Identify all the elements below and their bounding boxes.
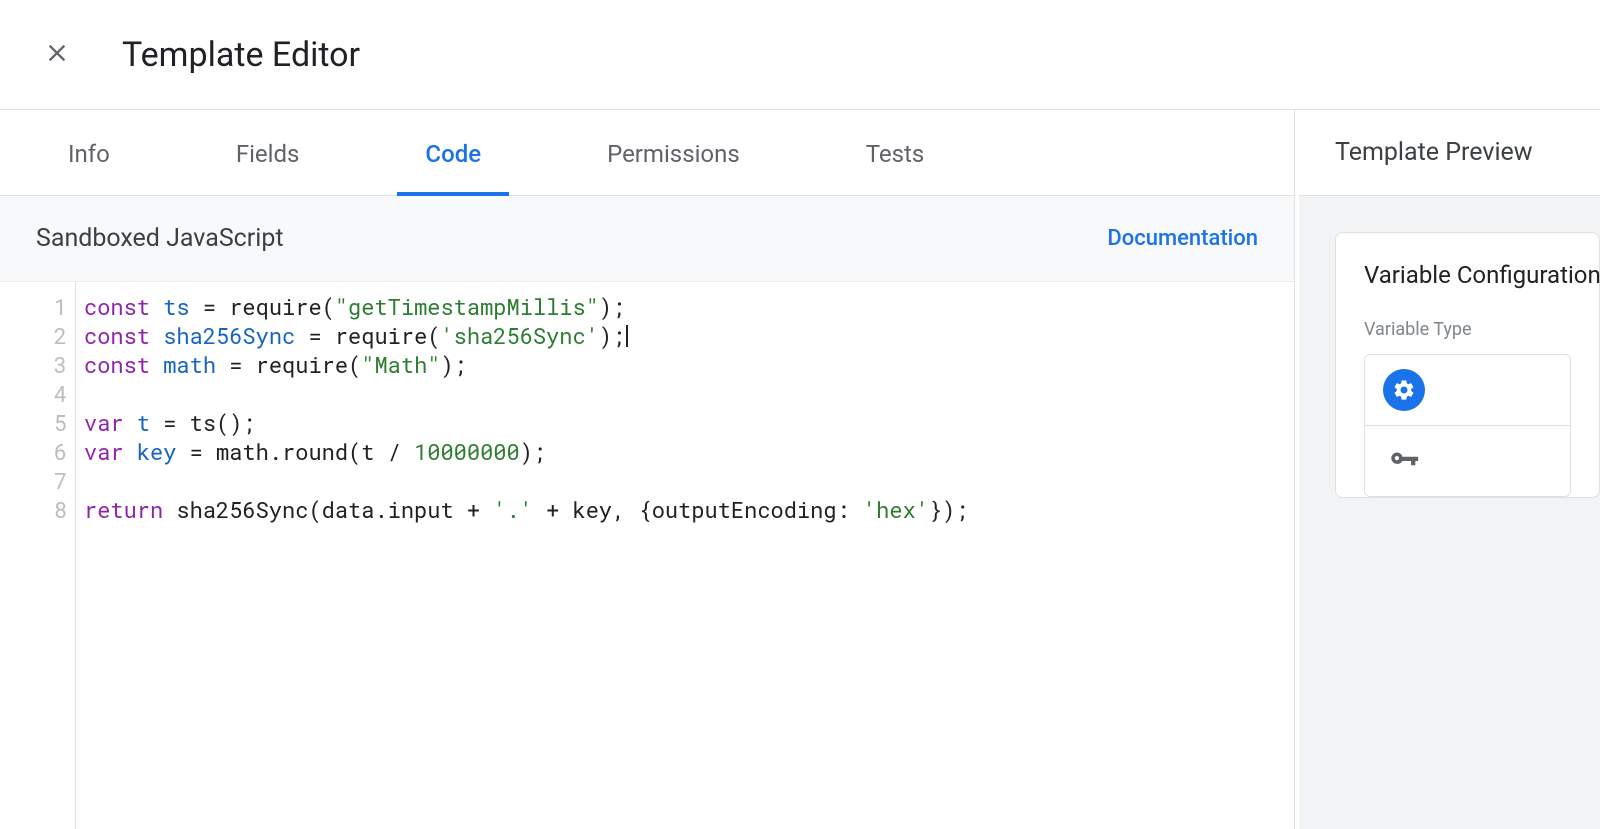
line-number: 2 <box>0 321 67 350</box>
code-token: + key, {outputEncoding: <box>533 495 863 524</box>
tab-tests[interactable]: Tests <box>838 140 953 196</box>
code-token <box>150 292 163 321</box>
code-line[interactable]: return sha256Sync(data.input + '.' + key… <box>84 495 1294 524</box>
code-token <box>150 321 163 350</box>
code-token <box>150 350 163 379</box>
line-number: 5 <box>0 408 67 437</box>
text-cursor <box>626 325 628 347</box>
close-button[interactable] <box>40 38 74 72</box>
code-line[interactable]: const ts = require("getTimestampMillis")… <box>84 292 1294 321</box>
code-token: ts <box>163 292 189 321</box>
code-token: 'hex' <box>863 495 929 524</box>
line-number: 8 <box>0 495 67 524</box>
code-token: ); <box>440 350 466 379</box>
code-token: t <box>137 408 150 437</box>
code-token: '.' <box>493 495 533 524</box>
code-line[interactable]: var t = ts(); <box>84 408 1294 437</box>
section-bar: Sandboxed JavaScript Documentation <box>0 196 1294 282</box>
content-row: Info Fields Code Permissions Tests Sandboxed… <box>0 110 1600 829</box>
tab-code[interactable]: Code <box>397 140 509 196</box>
line-number-gutter: 12345678 <box>0 282 76 829</box>
close-icon <box>43 39 71 71</box>
code-area[interactable]: const ts = require("getTimestampMillis")… <box>76 282 1294 829</box>
code-token: "Math" <box>361 350 440 379</box>
code-token: = require( <box>295 321 440 350</box>
section-title: Sandboxed JavaScript <box>36 224 284 253</box>
code-token: 10000000 <box>414 437 520 466</box>
code-token: return <box>84 495 163 524</box>
page-title: Template Editor <box>122 35 360 75</box>
documentation-link[interactable]: Documentation <box>1107 226 1258 251</box>
line-number: 1 <box>0 292 67 321</box>
code-token: const <box>84 350 150 379</box>
variable-type-option[interactable] <box>1364 425 1571 497</box>
side-column: Template Preview Variable Configuration … <box>1295 110 1600 829</box>
tab-bar: Info Fields Code Permissions Tests <box>0 110 1294 196</box>
code-token <box>124 408 137 437</box>
code-token: sha256Sync <box>163 321 295 350</box>
line-number: 7 <box>0 466 67 495</box>
code-line[interactable] <box>84 379 1294 408</box>
main-column: Info Fields Code Permissions Tests Sandboxed… <box>0 110 1295 829</box>
side-header: Template Preview <box>1299 110 1600 196</box>
code-line[interactable]: const math = require("Math"); <box>84 350 1294 379</box>
code-token: = math.round(t / <box>176 437 414 466</box>
code-token: var <box>84 408 124 437</box>
variable-type-option[interactable] <box>1364 354 1571 425</box>
line-number: 6 <box>0 437 67 466</box>
code-line[interactable]: const sha256Sync = require('sha256Sync')… <box>84 321 1294 350</box>
tab-info[interactable]: Info <box>40 140 138 196</box>
line-number: 3 <box>0 350 67 379</box>
app-root: Template Editor Info Fields Code Permission… <box>0 0 1600 829</box>
code-token: ); <box>599 321 625 350</box>
code-line[interactable]: var key = math.round(t / 10000000); <box>84 437 1294 466</box>
card-title: Variable Configuration <box>1364 261 1571 289</box>
code-token: "getTimestampMillis" <box>335 292 599 321</box>
side-body: Variable Configuration Variable Type <box>1299 196 1600 829</box>
code-token: }); <box>929 495 969 524</box>
code-token: const <box>84 321 150 350</box>
code-token: var <box>84 437 124 466</box>
code-token <box>124 437 137 466</box>
code-token: 'sha256Sync' <box>440 321 598 350</box>
preview-card: Variable Configuration Variable Type <box>1335 232 1600 498</box>
code-token: key <box>137 437 177 466</box>
header-bar: Template Editor <box>0 0 1600 110</box>
code-token: const <box>84 292 150 321</box>
code-token: ); <box>520 437 546 466</box>
code-line[interactable] <box>84 466 1294 495</box>
code-editor[interactable]: 12345678 const ts = require("getTimestam… <box>0 282 1294 829</box>
code-token: math <box>163 350 216 379</box>
field-label: Variable Type <box>1364 319 1571 340</box>
code-token: = ts(); <box>150 408 256 437</box>
code-token: ); <box>599 292 625 321</box>
tab-permissions[interactable]: Permissions <box>579 140 768 196</box>
tab-fields[interactable]: Fields <box>208 140 328 196</box>
gear-icon <box>1383 369 1425 411</box>
key-icon <box>1383 440 1425 482</box>
code-token: = require( <box>216 350 361 379</box>
code-token: = require( <box>190 292 335 321</box>
code-token: sha256Sync(data.input + <box>163 495 493 524</box>
line-number: 4 <box>0 379 67 408</box>
